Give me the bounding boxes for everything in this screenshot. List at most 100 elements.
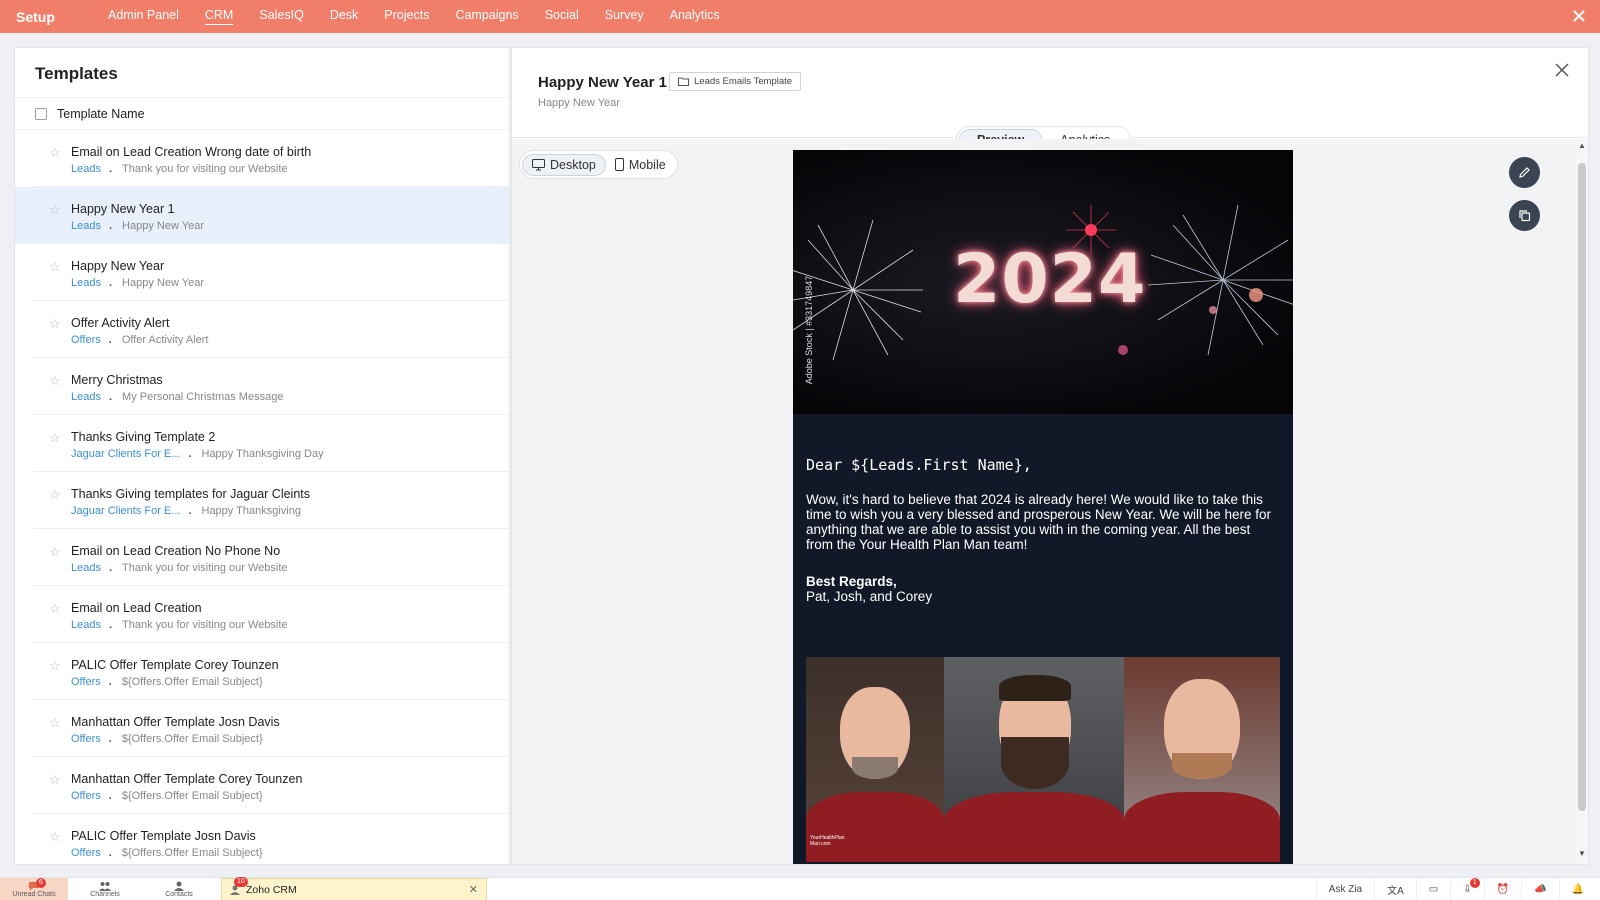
preview-scrollbar[interactable]: ▲ ▼ bbox=[1576, 139, 1588, 864]
nav-social[interactable]: Social bbox=[545, 8, 579, 25]
nav-analytics[interactable]: Analytics bbox=[670, 8, 720, 25]
unread-chats-button[interactable]: Unread Chats 6 bbox=[0, 877, 68, 900]
close-icon[interactable] bbox=[1554, 62, 1570, 78]
channels-label: Channels bbox=[90, 890, 120, 898]
template-row[interactable]: ☆ Merry Christmas Leads. My Personal Chri… bbox=[33, 358, 509, 415]
template-module: Offers bbox=[71, 847, 101, 859]
template-row[interactable]: ☆ PALIC Offer Template Corey Tounzen Off… bbox=[33, 643, 509, 700]
star-icon[interactable]: ☆ bbox=[49, 203, 61, 216]
email-signers: Pat, Josh, and Corey bbox=[806, 589, 933, 604]
template-name: Happy New Year 1 bbox=[71, 202, 175, 216]
unread-badge: 6 bbox=[36, 877, 46, 888]
template-name: Thanks Giving templates for Jaguar Clein… bbox=[71, 487, 310, 501]
template-row[interactable]: ☆ PALIC Offer Template Josn Davis Offers… bbox=[33, 814, 509, 864]
star-icon[interactable]: ☆ bbox=[49, 602, 61, 615]
template-module: Leads bbox=[71, 163, 101, 175]
template-row[interactable]: ☆ Manhattan Offer Template Josn Davis Of… bbox=[33, 700, 509, 757]
template-subject: ${Offers.Offer Email Subject} bbox=[121, 790, 263, 802]
notification-badge: 1 bbox=[1469, 878, 1480, 888]
channels-button[interactable]: Channels bbox=[68, 878, 142, 900]
template-module: Offers bbox=[71, 733, 101, 745]
alarm-clock-icon[interactable]: ⏰ bbox=[1483, 878, 1521, 900]
nav-salesiq[interactable]: SalesIQ bbox=[259, 8, 303, 25]
template-subject: Offer Activity Alert bbox=[121, 334, 209, 346]
select-all-checkbox[interactable] bbox=[35, 107, 47, 120]
template-module: Offers bbox=[71, 334, 101, 346]
nav-admin-panel[interactable]: Admin Panel bbox=[108, 8, 179, 25]
bell-icon[interactable]: 🔔 bbox=[1558, 878, 1596, 900]
contacts-button[interactable]: Contacts bbox=[142, 878, 216, 900]
star-icon[interactable]: ☆ bbox=[49, 431, 61, 444]
team-photos: YourHealthPlan Man.com bbox=[806, 657, 1280, 862]
bottom-bar: Unread Chats 6 Channels Contacts Zoho CR… bbox=[0, 877, 1600, 900]
nav-projects[interactable]: Projects bbox=[384, 8, 429, 25]
template-subject: Thank you for visiting our Website bbox=[122, 619, 288, 631]
scroll-up-icon[interactable]: ▲ bbox=[1578, 141, 1586, 150]
folder-tag[interactable]: Leads Emails Template bbox=[669, 72, 802, 91]
template-module: Leads bbox=[71, 391, 101, 403]
notifications-icon[interactable]: ⇩ 1 bbox=[1450, 878, 1483, 900]
ask-zia-button[interactable]: Ask Zia bbox=[1315, 878, 1374, 900]
template-row[interactable]: ☆ Email on Lead Creation No Phone No Lea… bbox=[33, 529, 509, 586]
template-row[interactable]: ☆ Thanks Giving Template 2 Jaguar Client… bbox=[33, 415, 509, 472]
announcement-icon[interactable]: 📣 bbox=[1521, 878, 1558, 900]
translate-icon[interactable]: 文A bbox=[1374, 878, 1416, 900]
star-icon[interactable]: ☆ bbox=[49, 317, 61, 330]
template-row[interactable]: ☆ Offer Activity Alert Offers. Offer Acti… bbox=[33, 301, 509, 358]
nav-crm[interactable]: CRM bbox=[204, 8, 234, 25]
template-name: Email on Lead Creation No Phone No bbox=[71, 544, 281, 558]
star-icon[interactable]: ☆ bbox=[49, 488, 61, 501]
template-name: Thanks Giving Template 2 bbox=[71, 430, 216, 444]
photo-logo: YourHealthPlan Man.com bbox=[810, 835, 845, 847]
star-icon[interactable]: ☆ bbox=[49, 830, 61, 843]
edit-template-button[interactable] bbox=[1509, 157, 1540, 188]
email-greeting: Dear ${Leads.First Name}, bbox=[806, 456, 1032, 474]
star-icon[interactable]: ☆ bbox=[49, 773, 61, 786]
nav-desk[interactable]: Desk bbox=[330, 8, 358, 25]
template-row[interactable]: ☆ Email on Lead Creation Leads. Thank you… bbox=[33, 586, 509, 643]
setup-label[interactable]: Setup bbox=[16, 9, 108, 25]
mobile-option[interactable]: Mobile bbox=[606, 155, 675, 175]
template-row[interactable]: ☆ Thanks Giving templates for Jaguar Cle… bbox=[33, 472, 509, 529]
star-icon[interactable]: ☆ bbox=[49, 716, 61, 729]
stock-watermark: Adobe Stock | #331749847 bbox=[804, 275, 815, 385]
nav-campaigns[interactable]: Campaigns bbox=[455, 8, 518, 25]
email-preview: 2024 Adobe Stock | #331749847 Dear ${Lea… bbox=[793, 150, 1293, 864]
star-icon[interactable]: ☆ bbox=[49, 545, 61, 558]
zoho-crm-chat-tab[interactable]: Zoho CRM 10 ✕ bbox=[221, 877, 487, 900]
desktop-option[interactable]: Desktop bbox=[522, 153, 606, 176]
pencil-icon bbox=[1519, 167, 1530, 178]
template-row-selected[interactable]: ☆ Happy New Year 1 Leads. Happy New Year bbox=[15, 187, 509, 244]
preview-area: Desktop Mobile 2024 Adobe Stock | #33174… bbox=[512, 139, 1588, 864]
template-row[interactable]: ☆ Happy New Year Leads. Happy New Year bbox=[33, 244, 509, 301]
scroll-down-icon[interactable]: ▼ bbox=[1578, 849, 1586, 858]
template-row[interactable]: ☆ Email on Lead Creation Wrong date of b… bbox=[33, 130, 509, 187]
star-icon[interactable]: ☆ bbox=[49, 260, 61, 273]
contacts-label: Contacts bbox=[165, 890, 193, 898]
mobile-label: Mobile bbox=[628, 157, 666, 172]
close-setup-icon[interactable] bbox=[1570, 7, 1588, 25]
folder-icon bbox=[678, 77, 689, 86]
clone-template-button[interactable] bbox=[1509, 200, 1540, 231]
template-name: Email on Lead Creation bbox=[71, 601, 202, 615]
template-name: PALIC Offer Template Corey Tounzen bbox=[71, 658, 279, 672]
nav-survey[interactable]: Survey bbox=[605, 8, 644, 25]
notes-icon[interactable]: ▭ bbox=[1415, 878, 1450, 900]
template-list: ☆ Email on Lead Creation Wrong date of b… bbox=[15, 130, 509, 864]
template-module: Jaguar Clients For E... bbox=[71, 505, 181, 517]
copy-icon bbox=[1519, 210, 1531, 222]
template-module: Leads bbox=[71, 619, 101, 631]
star-icon[interactable]: ☆ bbox=[49, 659, 61, 672]
bottom-right-tools: Ask Zia 文A ▭ ⇩ 1 ⏰ 📣 🔔 bbox=[1315, 878, 1596, 900]
close-tab-icon[interactable]: ✕ bbox=[469, 883, 478, 896]
star-icon[interactable]: ☆ bbox=[49, 146, 61, 159]
team-photo-josh bbox=[944, 657, 1124, 862]
scroll-thumb[interactable] bbox=[1578, 163, 1586, 811]
star-icon[interactable]: ☆ bbox=[49, 374, 61, 387]
team-photo-pat: YourHealthPlan Man.com bbox=[806, 657, 944, 862]
template-name: Merry Christmas bbox=[71, 373, 163, 387]
template-row[interactable]: ☆ Manhattan Offer Template Corey Tounzen… bbox=[33, 757, 509, 814]
column-template-name[interactable]: Template Name bbox=[57, 107, 145, 121]
device-toggle: Desktop Mobile bbox=[519, 150, 678, 179]
template-subject-line: Happy New Year bbox=[538, 97, 620, 109]
